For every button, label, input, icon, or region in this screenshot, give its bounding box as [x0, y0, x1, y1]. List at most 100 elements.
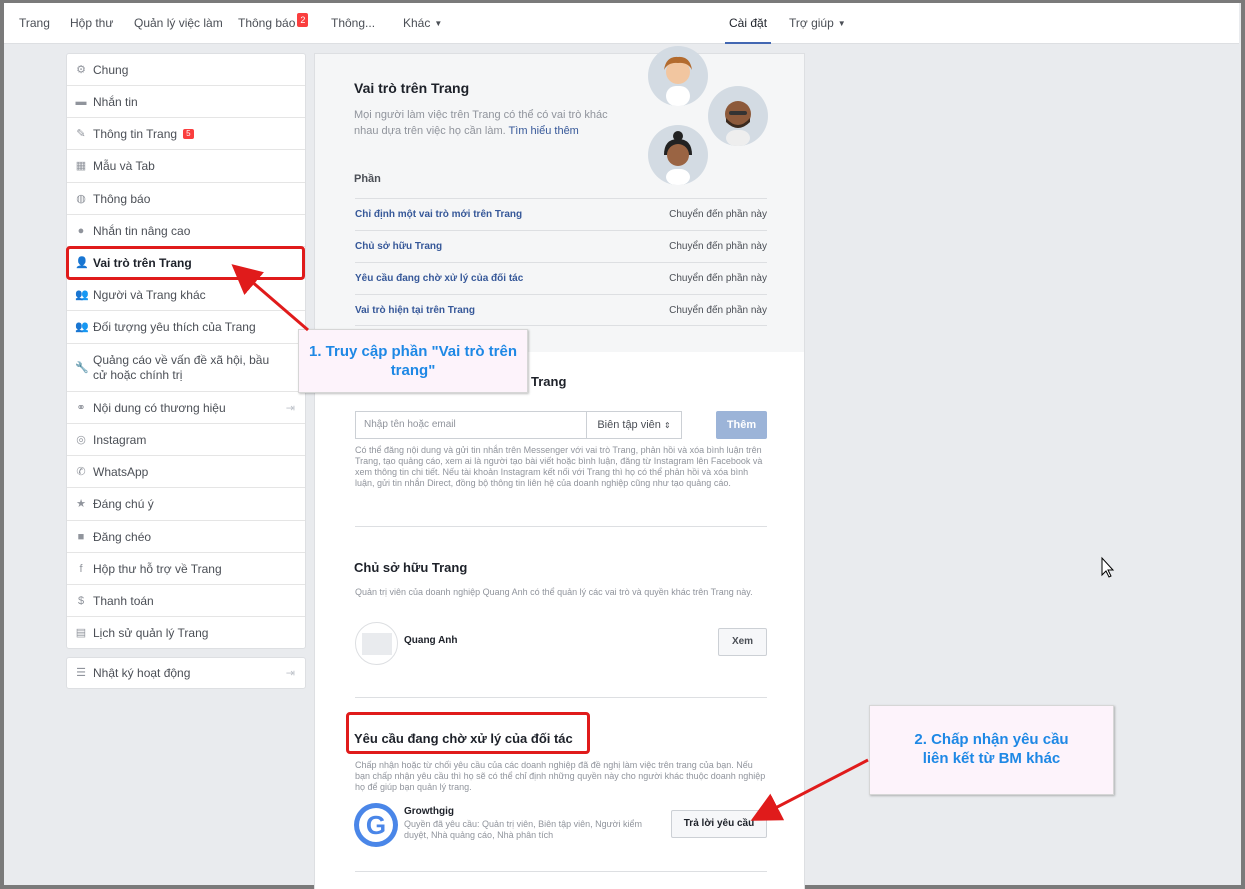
- caret-down-icon: ▼: [837, 19, 846, 28]
- external-link-icon: ⇥: [285, 402, 295, 414]
- sidebar-item-advanced-messaging[interactable]: ● Nhắn tin nâng cao: [67, 215, 305, 247]
- sidebar-item-label: Người và Trang khác: [93, 287, 206, 302]
- owner-name[interactable]: Quang Anh: [404, 635, 458, 646]
- section-jump[interactable]: Chuyển đến phần này: [669, 305, 767, 316]
- page-roles-description: Mọi người làm việc trên Trang có thể có …: [354, 107, 624, 139]
- partner-name[interactable]: Growthgig: [404, 806, 454, 817]
- tab-help-label: Trợ giúp: [789, 16, 834, 30]
- sidebar-item-label: Thông tin Trang: [93, 126, 178, 141]
- avatar: [648, 125, 708, 185]
- sidebar-item-people-other-pages[interactable]: 👥 Người và Trang khác: [67, 279, 305, 311]
- section-jump[interactable]: Chuyển đến phần này: [669, 273, 767, 284]
- tab-more[interactable]: Khác ▼: [403, 3, 442, 44]
- section-link[interactable]: Yêu cầu đang chờ xử lý của đối tác: [355, 273, 523, 284]
- sidebar-item-activity-log[interactable]: ☰ Nhật ký hoạt động ⇥: [67, 658, 305, 688]
- requested-permissions: Quyền đã yêu cầu: Quản trị viên, Biên tậ…: [404, 819, 643, 840]
- sidebar-item-notifications[interactable]: ◍ Thông báo: [67, 183, 305, 215]
- section-row[interactable]: Chủ sở hữu Trang Chuyển đến phần này: [355, 230, 767, 262]
- section-link[interactable]: Chủ sở hữu Trang: [355, 241, 442, 252]
- sidebar-item-label: Đáng chú ý: [93, 497, 154, 511]
- callout-step-2: 2. Chấp nhận yêu cầu liên kết từ BM khác: [869, 705, 1114, 795]
- sidebar-item-label: Chung: [93, 62, 129, 77]
- role-select[interactable]: Biên tập viên ⇕: [586, 411, 682, 439]
- tab-help[interactable]: Trợ giúp ▼: [789, 3, 846, 44]
- learn-more-link[interactable]: Tìm hiểu thêm: [509, 125, 579, 137]
- sidebar-item-messaging[interactable]: ▬ Nhắn tin: [67, 86, 305, 118]
- add-role-button[interactable]: Thêm: [716, 411, 767, 439]
- top-navigation: Trang Hộp thư Quản lý việc làm Thông báo…: [4, 3, 1239, 44]
- dollar-icon: $: [77, 594, 85, 607]
- sort-arrows-icon: ⇕: [663, 421, 671, 430]
- sidebar-item-templates-tabs[interactable]: ▦ Mẫu và Tab: [67, 150, 305, 183]
- role-help-text: Có thể đăng nội dung và gửi tin nhắn trê…: [355, 445, 763, 488]
- tab-settings[interactable]: Cài đặt: [725, 3, 772, 44]
- sidebar-item-branded-content[interactable]: ⚭ Nội dung có thương hiệu ⇥: [67, 392, 305, 424]
- sidebar-item-whatsapp[interactable]: ✆ WhatsApp: [67, 456, 305, 488]
- name-email-input[interactable]: Nhập tên hoặc email: [355, 411, 587, 439]
- section-row[interactable]: Yêu cầu đang chờ xử lý của đối tác Chuyển…: [355, 262, 767, 294]
- view-owner-button[interactable]: Xem: [718, 628, 767, 656]
- tab-inbox[interactable]: Hộp thư: [70, 3, 113, 44]
- page-title: Vai trò trên Trang: [354, 80, 470, 96]
- sidebar-item-preferred-audience[interactable]: 👥 Đối tượng yêu thích của Trang: [67, 311, 305, 344]
- section-jump[interactable]: Chuyển đến phần này: [669, 241, 767, 252]
- sidebar-item-label: Thông báo: [93, 191, 151, 206]
- pencil-icon: ✎: [76, 127, 86, 140]
- sidebar-item-page-info[interactable]: ✎ Thông tin Trang 5: [67, 118, 305, 150]
- video-icon: ■: [77, 530, 85, 543]
- assign-role-heading: Trang: [531, 374, 567, 389]
- external-link-icon: ⇥: [285, 667, 295, 680]
- people-icon: 👥: [75, 288, 89, 301]
- star-icon: ★: [76, 498, 86, 510]
- handshake-icon: ⚭: [76, 401, 86, 414]
- sidebar-item-label: Instagram: [93, 432, 147, 447]
- grid-icon: ▦: [75, 160, 87, 172]
- reply-request-button[interactable]: Trả lời yêu cầu: [671, 810, 767, 838]
- sidebar-item-payments[interactable]: $ Thanh toán: [67, 585, 305, 617]
- sidebar-item-label: Nhắn tin: [93, 94, 138, 109]
- avatar: [648, 46, 708, 106]
- sidebar-item-label: Nội dung có thương hiệu: [93, 400, 226, 415]
- sections-heading: Phần: [354, 173, 381, 185]
- activity-log-box: ☰ Nhật ký hoạt động ⇥: [66, 657, 306, 689]
- sidebar-item-label: WhatsApp: [93, 464, 149, 479]
- tab-notifications[interactable]: Thông báo 2: [238, 3, 309, 44]
- tab-notifications-label: Thông báo: [238, 16, 296, 30]
- section-row[interactable]: Chỉ định một vai trò mới trên Trang Chuyể…: [355, 198, 767, 230]
- tab-more-label: Khác: [403, 16, 431, 30]
- whatsapp-icon: ✆: [76, 465, 86, 478]
- instagram-icon: ◎: [76, 433, 86, 446]
- page-roles-panel: Vai trò trên Trang Mọi người làm việc tr…: [314, 46, 805, 889]
- people-icon: 👥: [75, 321, 89, 333]
- section-link[interactable]: Chỉ định một vai trò mới trên Trang: [355, 209, 522, 220]
- section-jump[interactable]: Chuyển đến phần này: [669, 209, 767, 220]
- tab-insights[interactable]: Thông...: [331, 3, 375, 44]
- sidebar-item-political-ads[interactable]: 🔧 Quảng cáo về vấn đề xã hội, bầu cử hoặc…: [67, 344, 305, 392]
- sidebar-item-label: Nhắn tin nâng cao: [93, 223, 191, 238]
- history-icon: ▤: [75, 626, 87, 639]
- tab-jobs[interactable]: Quản lý việc làm: [134, 3, 223, 44]
- caret-down-icon: ▼: [434, 19, 443, 28]
- sidebar-item-label: Thanh toán: [93, 593, 154, 608]
- avatar: [708, 86, 768, 146]
- section-link[interactable]: Vai trò hiện tại trên Trang: [355, 305, 475, 316]
- sidebar-item-crossposting[interactable]: ■ Đăng chéo: [67, 521, 305, 553]
- sidebar-item-label: Mẫu và Tab: [93, 159, 155, 173]
- chat-bubble-icon: ●: [77, 224, 85, 237]
- divider: [355, 526, 767, 527]
- tab-page[interactable]: Trang: [19, 3, 50, 44]
- sidebar-item-support-inbox[interactable]: f Hộp thư hỗ trợ về Trang: [67, 553, 305, 585]
- section-row[interactable]: Vai trò hiện tại trên Trang Chuyển đến ph…: [355, 294, 767, 326]
- page-info-badge: 5: [183, 128, 194, 139]
- g-logo-icon: G: [359, 808, 393, 842]
- callout-step-1: 1. Truy cập phần "Vai trò trên trang": [298, 329, 528, 393]
- sidebar-item-label: Lịch sử quản lý Trang: [93, 625, 209, 640]
- highlight-box-page-roles: [66, 246, 305, 280]
- sidebar-item-instagram[interactable]: ◎ Instagram: [67, 424, 305, 456]
- wrench-icon: 🔧: [75, 361, 89, 374]
- sidebar-item-general[interactable]: ⚙ Chung: [67, 54, 305, 86]
- divider: [355, 871, 767, 872]
- sidebar-item-featured[interactable]: ★ Đáng chú ý: [67, 488, 305, 521]
- sidebar-item-management-history[interactable]: ▤ Lịch sử quản lý Trang: [67, 617, 305, 648]
- list-icon: ☰: [76, 667, 86, 679]
